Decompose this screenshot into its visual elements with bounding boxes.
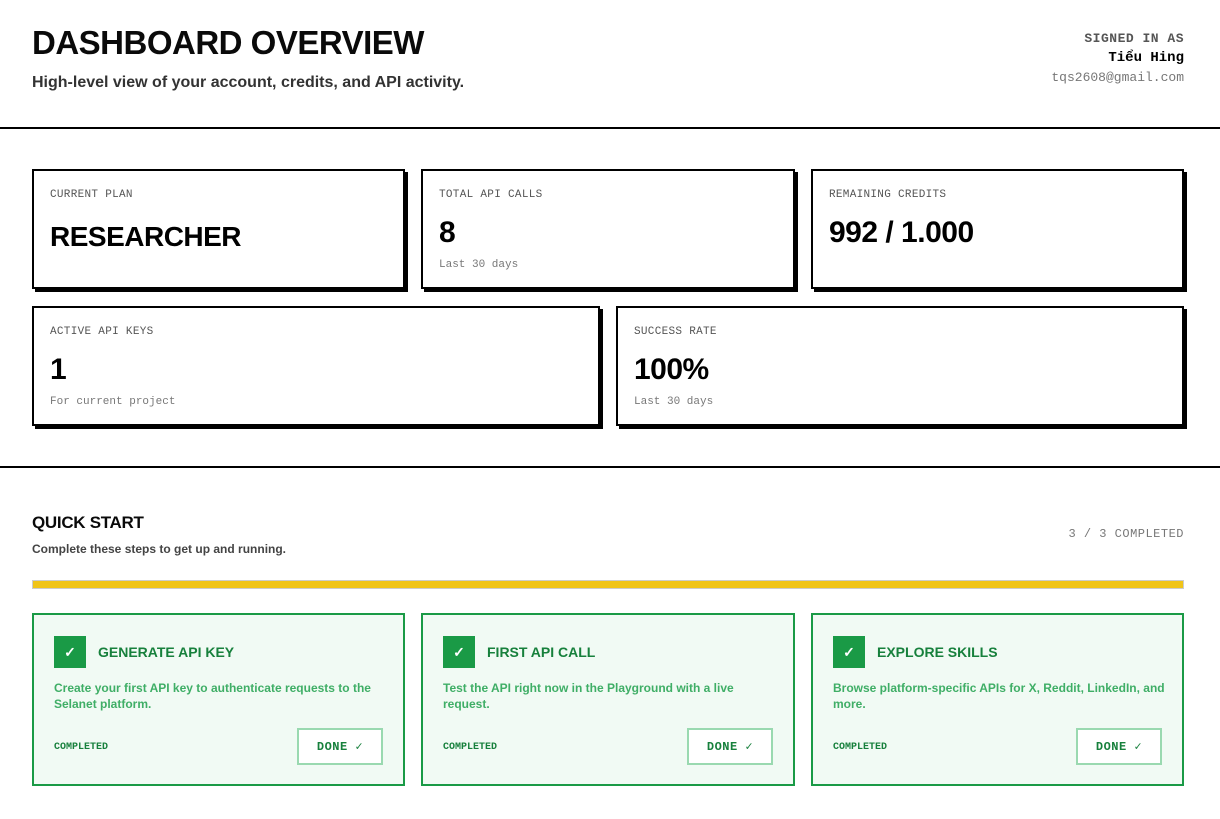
stat-label: TOTAL API CALLS [439,189,543,201]
step-title: GENERATE API KEY [98,644,235,660]
stat-value: 1 [50,353,67,386]
page-subtitle: High-level view of your account, credits… [32,74,465,91]
user-info[interactable]: SIGNED IN AS Tiểu Hing tqs2608@gmail.com [1051,31,1184,85]
current-plan-card: CURRENT PLAN RESEARCHER [32,169,405,289]
header-divider [0,127,1220,129]
stat-label: REMAINING CREDITS [829,189,947,201]
stat-label: ACTIVE API KEYS [50,326,154,338]
step-card-explore-skills[interactable]: ✓ EXPLORE SKILLS Browse platform-specifi… [811,613,1184,786]
step-title: EXPLORE SKILLS [877,644,998,660]
step-card-generate-api-key[interactable]: ✓ GENERATE API KEY Create your first API… [32,613,405,786]
stat-sub: For current project [50,396,176,408]
stat-sub: Last 30 days [634,396,714,408]
stat-value: 992 / 1.000 [829,216,974,249]
page-header: DASHBOARD OVERVIEW High-level view of yo… [0,0,1220,128]
done-button[interactable]: DONE ✓ [1076,728,1162,765]
step-description: Create your first API key to authenticat… [54,681,371,711]
step-card-first-api-call[interactable]: ✓ FIRST API CALL Test the API right now … [421,613,795,786]
active-api-keys-card: ACTIVE API KEYS 1 For current project [32,306,600,426]
stat-value: RESEARCHER [50,221,242,252]
total-api-calls-card: TOTAL API CALLS 8 Last 30 days [421,169,795,289]
remaining-credits-card: REMAINING CREDITS 992 / 1.000 [811,169,1184,289]
step-status: COMPLETED [443,742,498,753]
step-description: Test the API right now in the Playground… [443,681,734,711]
user-email: tqs2608@gmail.com [1051,70,1184,85]
stat-sub: Last 30 days [439,259,519,271]
step-title: FIRST API CALL [487,644,596,660]
stat-label: SUCCESS RATE [634,326,717,338]
progress-fill [33,581,1183,588]
done-button[interactable]: DONE ✓ [687,728,773,765]
step-status: COMPLETED [54,742,109,753]
check-icon: ✓ [443,636,475,668]
completion-count: 3 / 3 COMPLETED [1068,527,1184,541]
quick-start-progress-bar [32,580,1184,589]
stat-label: CURRENT PLAN [50,189,133,201]
done-button[interactable]: DONE ✓ [297,728,383,765]
section-divider [0,466,1220,468]
quick-start-title: QUICK START [32,513,144,532]
user-name: Tiểu Hing [1108,50,1184,66]
check-icon: ✓ [833,636,865,668]
check-icon: ✓ [54,636,86,668]
step-status: COMPLETED [833,742,888,753]
success-rate-card: SUCCESS RATE 100% Last 30 days [616,306,1184,426]
stat-value: 100% [634,353,709,386]
signed-in-label: SIGNED IN AS [1084,31,1184,46]
quick-start-subtitle: Complete these steps to get up and runni… [32,542,287,556]
step-description: Browse platform-specific APIs for X, Red… [833,681,1165,711]
page-title: DASHBOARD OVERVIEW [32,24,424,61]
stat-value: 8 [439,216,456,249]
